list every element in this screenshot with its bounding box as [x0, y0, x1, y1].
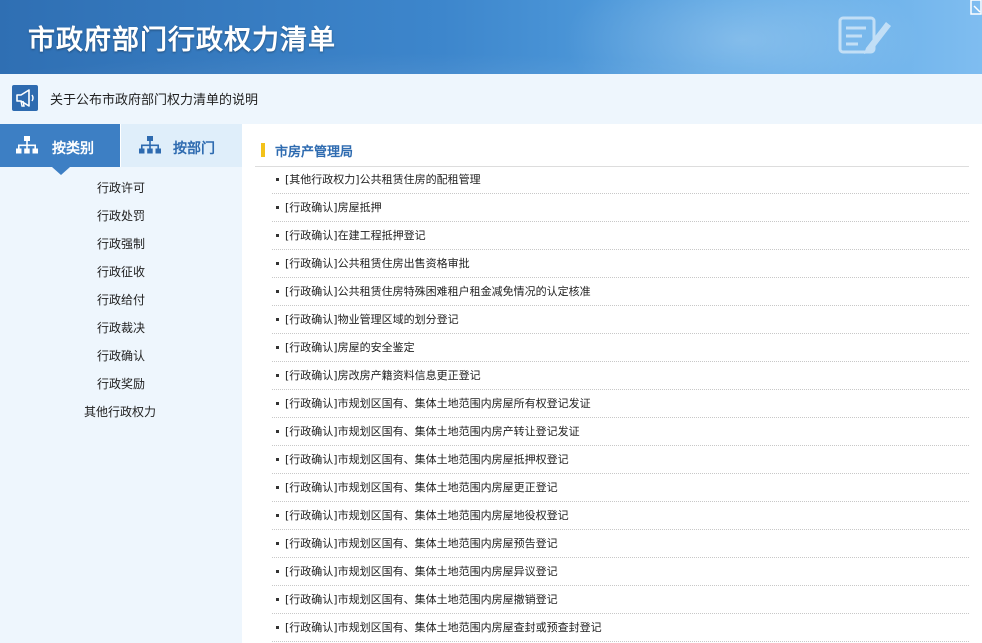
list-item[interactable]: [行政确认]房屋的安全鉴定 — [272, 334, 969, 362]
list-item[interactable]: [其他行政权力]公共租赁住房的配租管理 — [272, 166, 969, 194]
sidebar-item-levy[interactable]: 行政征收 — [0, 258, 242, 286]
bullet-icon — [276, 458, 279, 461]
list-item[interactable]: [行政确认]公共租赁住房特殊困难租户租金减免情况的认定核准 — [272, 278, 969, 306]
list-item-text: [行政确认]房屋抵押 — [285, 201, 382, 214]
bullet-icon — [276, 570, 279, 573]
sidebar-item-penalty[interactable]: 行政处罚 — [0, 202, 242, 230]
bullet-icon — [276, 626, 279, 629]
list-item[interactable]: [行政确认]市规划区国有、集体土地范围内房产转让登记发证 — [272, 418, 969, 446]
list-item-text: [行政确认]市规划区国有、集体土地范围内房产转让登记发证 — [285, 425, 580, 438]
bullet-icon — [276, 346, 279, 349]
section-marker — [261, 143, 265, 157]
tab-by-department-label: 按部门 — [173, 141, 215, 157]
bullet-icon — [276, 542, 279, 545]
list-item[interactable]: [行政确认]物业管理区域的划分登记 — [272, 306, 969, 334]
sidebar-item-label: 行政确认 — [97, 349, 146, 363]
bullet-icon — [276, 430, 279, 433]
list-item-text: [行政确认]市规划区国有、集体土地范围内房屋抵押权登记 — [285, 453, 569, 466]
list-item[interactable]: [行政确认]市规划区国有、集体土地范围内房屋查封或预查封登记 — [272, 614, 969, 642]
list-item-text: [行政确认]市规划区国有、集体土地范围内房屋更正登记 — [285, 481, 558, 494]
sidebar-item-label: 行政处罚 — [97, 209, 146, 223]
bullet-icon — [276, 486, 279, 489]
sidebar-item-label: 其他行政权力 — [84, 405, 157, 419]
sidebar-item-confirmation[interactable]: 行政确认 — [0, 342, 242, 370]
list-item-text: [行政确认]市规划区国有、集体土地范围内房屋异议登记 — [285, 565, 558, 578]
sidebar-item-payment[interactable]: 行政给付 — [0, 286, 242, 314]
tab-by-category-label: 按类别 — [52, 141, 94, 157]
list-item-text: [行政确认]公共租赁住房特殊困难租户租金减免情况的认定核准 — [285, 285, 591, 298]
corner-icon — [970, 0, 982, 15]
page-header: 市政府部门行政权力清单 — [0, 0, 982, 74]
list-item-text: [行政确认]市规划区国有、集体土地范围内房屋所有权登记发证 — [285, 397, 591, 410]
list-item[interactable]: [行政确认]在建工程抵押登记 — [272, 222, 969, 250]
active-tab-pointer — [52, 167, 70, 175]
list-item[interactable]: [行政确认]房改房产籍资料信息更正登记 — [272, 362, 969, 390]
bullet-icon — [276, 206, 279, 209]
notice-link[interactable]: 关于公布市政府部门权力清单的说明 — [50, 89, 258, 108]
list-item-text: [行政确认]物业管理区域的划分登记 — [285, 313, 459, 326]
list-item[interactable]: [行政确认]市规划区国有、集体土地范围内房屋所有权登记发证 — [272, 390, 969, 418]
list-item-text: [行政确认]在建工程抵押登记 — [285, 229, 426, 242]
tab-by-category[interactable]: 按类别 — [0, 124, 120, 167]
bullet-icon — [276, 318, 279, 321]
bullet-icon — [276, 514, 279, 517]
list-item[interactable]: [行政确认]公共租赁住房出售资格审批 — [272, 250, 969, 278]
category-sidebar: 行政许可 行政处罚 行政强制 行政征收 行政给付 行政裁决 行政确认 行政奖励 … — [0, 167, 242, 643]
org-chart-icon — [16, 136, 38, 154]
sidebar-item-license[interactable]: 行政许可 — [0, 174, 242, 202]
sidebar-item-other[interactable]: 其他行政权力 — [0, 398, 242, 426]
edit-document-icon — [838, 16, 891, 54]
list-item-text: [行政确认]房屋的安全鉴定 — [285, 341, 415, 354]
sidebar-item-label: 行政给付 — [97, 293, 146, 307]
bullet-icon — [276, 598, 279, 601]
page-title: 市政府部门行政权力清单 — [28, 25, 336, 56]
sidebar-item-label: 行政许可 — [97, 181, 146, 195]
department-title: 市房产管理局 — [275, 145, 354, 160]
bullet-icon — [276, 234, 279, 237]
list-item-text: [行政确认]市规划区国有、集体土地范围内房屋撤销登记 — [285, 593, 558, 606]
list-item[interactable]: [行政确认]房屋抵押 — [272, 194, 969, 222]
sidebar-item-reward[interactable]: 行政奖励 — [0, 370, 242, 398]
list-item-text: [行政确认]公共租赁住房出售资格审批 — [285, 257, 470, 270]
list-item[interactable]: [行政确认]市规划区国有、集体土地范围内房屋抵押权登记 — [272, 446, 969, 474]
list-item[interactable]: [行政确认]市规划区国有、集体土地范围内房屋地役权登记 — [272, 502, 969, 530]
sidebar-item-label: 行政奖励 — [97, 377, 146, 391]
list-item-text: [行政确认]房改房产籍资料信息更正登记 — [285, 369, 481, 382]
list-item-text: [行政确认]市规划区国有、集体土地范围内房屋查封或预查封登记 — [285, 621, 602, 634]
bullet-icon — [276, 290, 279, 293]
org-chart-icon — [139, 136, 161, 154]
megaphone-icon — [12, 85, 38, 111]
list-item[interactable]: [行政确认]市规划区国有、集体土地范围内房屋更正登记 — [272, 474, 969, 502]
list-item-text: [行政确认]市规划区国有、集体土地范围内房屋地役权登记 — [285, 509, 569, 522]
sidebar-item-label: 行政裁决 — [97, 321, 146, 335]
list-item-text: [其他行政权力]公共租赁住房的配租管理 — [285, 173, 481, 186]
sidebar-item-label: 行政强制 — [97, 237, 146, 251]
sidebar-item-ruling[interactable]: 行政裁决 — [0, 314, 242, 342]
sidebar-item-enforcement[interactable]: 行政强制 — [0, 230, 242, 258]
list-item[interactable]: [行政确认]市规划区国有、集体土地范围内房屋异议登记 — [272, 558, 969, 586]
bullet-icon — [276, 262, 279, 265]
tab-by-department[interactable]: 按部门 — [121, 124, 242, 167]
sidebar-item-label: 行政征收 — [97, 265, 146, 279]
bullet-icon — [276, 402, 279, 405]
bullet-icon — [276, 374, 279, 377]
list-item-text: [行政确认]市规划区国有、集体土地范围内房屋预告登记 — [285, 537, 558, 550]
bullet-icon — [276, 178, 279, 181]
list-item[interactable]: [行政确认]市规划区国有、集体土地范围内房屋预告登记 — [272, 530, 969, 558]
list-item[interactable]: [行政确认]市规划区国有、集体土地范围内房屋撤销登记 — [272, 586, 969, 614]
